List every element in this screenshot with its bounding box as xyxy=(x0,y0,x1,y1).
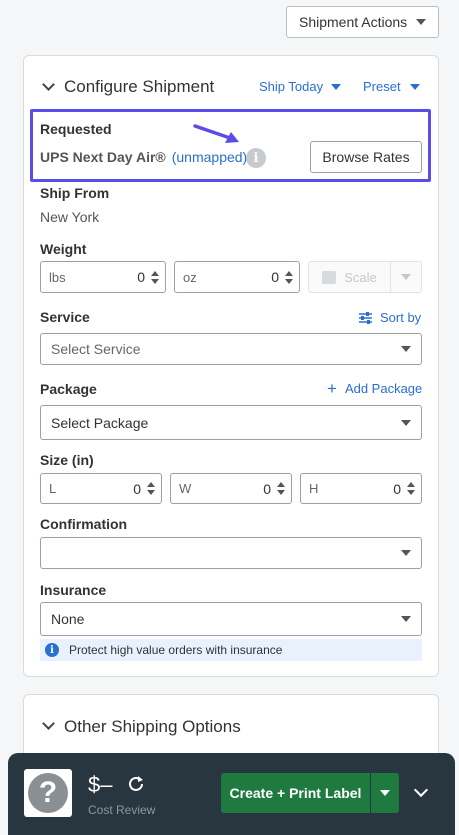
preset-label: Preset xyxy=(363,79,401,94)
cost-review-link[interactable]: Cost Review xyxy=(88,803,155,817)
ship-today-label: Ship Today xyxy=(259,79,324,94)
size-width-input[interactable]: W 0 xyxy=(170,473,292,504)
oz-value: 0 xyxy=(271,269,279,285)
requested-service-row: UPS Next Day Air® (unmapped) xyxy=(40,149,247,165)
browse-rates-label: Browse Rates xyxy=(322,149,410,165)
plus-icon: + xyxy=(327,378,337,398)
requested-service-name: UPS Next Day Air® xyxy=(40,149,166,165)
insurance-value: None xyxy=(51,611,85,627)
arrow-pointer-icon xyxy=(193,124,239,143)
requested-label: Requested xyxy=(40,121,112,137)
service-placeholder: Select Service xyxy=(51,341,141,357)
oz-unit: oz xyxy=(183,269,197,285)
lbs-stepper[interactable] xyxy=(151,270,159,284)
package-label: Package xyxy=(40,381,97,397)
height-value: 0 xyxy=(393,480,401,497)
chevron-down-icon xyxy=(409,83,420,90)
other-shipping-options-title: Other Shipping Options xyxy=(64,717,241,736)
size-length-input[interactable]: L 0 xyxy=(40,473,162,504)
confirmation-select[interactable] xyxy=(40,537,422,569)
size-height-input[interactable]: H 0 xyxy=(300,473,422,504)
weight-lbs-input[interactable]: lbs 0 xyxy=(40,261,166,293)
product-thumbnail: ? xyxy=(24,769,72,817)
weight-oz-input[interactable]: oz 0 xyxy=(174,261,300,293)
configure-shipment-title: Configure Shipment xyxy=(64,77,215,96)
insurance-note-text: Protect high value orders with insurance xyxy=(69,643,283,657)
sort-by-label: Sort by xyxy=(380,310,422,325)
lbs-value: 0 xyxy=(137,269,145,285)
chevron-down-icon xyxy=(401,550,411,556)
unmapped-link[interactable]: (unmapped) xyxy=(172,149,248,165)
length-stepper[interactable] xyxy=(147,482,155,495)
create-print-label-text: Create + Print Label xyxy=(229,785,362,801)
confirmation-label: Confirmation xyxy=(40,516,128,532)
service-select[interactable]: Select Service xyxy=(40,333,422,365)
question-mark-icon: ? xyxy=(28,773,68,813)
lbs-unit: lbs xyxy=(49,269,66,285)
size-label: Size (in) xyxy=(40,452,94,468)
package-placeholder: Select Package xyxy=(51,414,149,431)
weight-label: Weight xyxy=(40,241,87,257)
chevron-down-icon xyxy=(401,274,411,280)
price-value: $– xyxy=(88,772,113,797)
length-value: 0 xyxy=(133,480,141,497)
length-unit: L xyxy=(49,481,57,496)
add-package-label: Add Package xyxy=(344,381,423,396)
chevron-down-icon xyxy=(401,346,411,352)
shipment-actions-label: Shipment Actions xyxy=(299,14,408,30)
create-label-dropdown-button[interactable] xyxy=(371,773,399,813)
insurance-label: Insurance xyxy=(40,582,107,598)
service-label: Service xyxy=(40,309,90,325)
chevron-down-icon xyxy=(416,19,426,25)
insurance-note-banner: i Protect high value orders with insuran… xyxy=(40,639,422,661)
chevron-down-icon xyxy=(380,790,390,796)
oz-stepper[interactable] xyxy=(285,270,293,284)
browse-rates-button[interactable]: Browse Rates xyxy=(310,141,422,173)
scale-button[interactable]: Scale xyxy=(308,261,422,293)
width-unit: W xyxy=(179,481,192,496)
refresh-icon[interactable] xyxy=(126,774,146,797)
sort-by-link[interactable]: Sort by xyxy=(359,310,421,325)
info-icon: i xyxy=(45,643,59,657)
chevron-down-icon xyxy=(401,419,411,426)
package-select[interactable]: Select Package xyxy=(40,405,422,440)
scale-icon xyxy=(322,270,337,284)
add-package-link[interactable]: + Add Package xyxy=(327,378,423,398)
chevron-down-icon xyxy=(331,83,342,90)
preset-dropdown[interactable]: Preset xyxy=(363,79,420,94)
scale-label: Scale xyxy=(344,269,377,285)
width-stepper[interactable] xyxy=(277,482,285,495)
shipment-actions-button[interactable]: Shipment Actions xyxy=(286,6,439,38)
ship-from-value: New York xyxy=(40,209,100,225)
height-unit: H xyxy=(309,481,319,496)
chevron-down-icon xyxy=(401,616,411,622)
create-print-label-button[interactable]: Create + Print Label xyxy=(221,773,370,813)
ship-from-label: Ship From xyxy=(40,185,110,201)
sliders-icon xyxy=(359,311,372,324)
height-stepper[interactable] xyxy=(407,482,415,495)
insurance-select[interactable]: None xyxy=(40,602,422,636)
width-value: 0 xyxy=(263,480,271,497)
ship-today-dropdown[interactable]: Ship Today xyxy=(259,79,342,94)
info-icon[interactable]: i xyxy=(246,148,266,168)
